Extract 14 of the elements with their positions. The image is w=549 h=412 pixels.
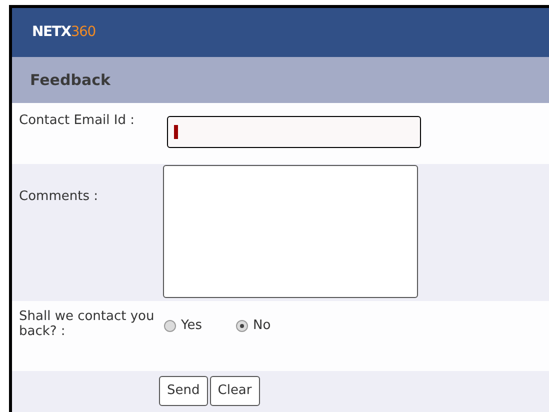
form-button[interactable]: Send (159, 376, 208, 406)
radio-option[interactable]: No (236, 316, 271, 336)
radio-button[interactable] (164, 320, 176, 332)
field-label: Shall we contact you back? : (19, 309, 156, 339)
comments-field[interactable] (163, 165, 418, 298)
radio-button[interactable] (236, 320, 248, 332)
text-cursor (174, 125, 178, 139)
logo: NETX360 (32, 23, 96, 42)
field-label: Contact Email Id : (19, 112, 136, 130)
section-title: Feedback (30, 70, 110, 91)
email-field[interactable] (167, 116, 421, 148)
field-label: Comments : (19, 188, 99, 206)
form-button[interactable]: Clear (210, 376, 260, 406)
radio-option[interactable]: Yes (164, 316, 202, 336)
